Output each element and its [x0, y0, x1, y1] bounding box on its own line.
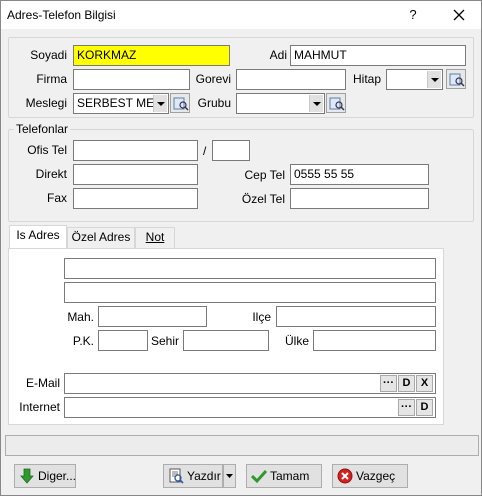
postal-code-label: P.K.: [72, 334, 94, 348]
title-label: Hitap: [352, 72, 381, 86]
cancel-button-label: Vazgeç: [356, 469, 396, 483]
city-field[interactable]: [183, 330, 269, 351]
print-button-label: Yazdır: [187, 469, 221, 483]
direct-phone-field[interactable]: [73, 164, 198, 185]
tab-note-label: Not: [145, 230, 165, 244]
county-field[interactable]: [276, 306, 436, 327]
office-phone-label: Ofis Tel: [27, 143, 67, 157]
profession-lookup-button[interactable]: [170, 93, 190, 113]
group-label: Grubu: [197, 96, 231, 110]
name-label: Adi: [269, 48, 287, 62]
county-label: Ilçe: [252, 310, 271, 324]
print-dropdown-button[interactable]: [223, 464, 236, 488]
search-list-icon: [173, 97, 189, 111]
arrow-down-icon: [20, 468, 34, 484]
surname-field[interactable]: KORKMAZ: [73, 45, 230, 66]
internet-open-button[interactable]: D: [416, 399, 433, 416]
email-send-button[interactable]: D: [398, 375, 415, 392]
company-label: Firma: [36, 72, 67, 86]
status-bar: [5, 435, 479, 456]
country-field[interactable]: [313, 330, 436, 351]
cancel-icon: [337, 468, 353, 484]
address-line2-field[interactable]: [64, 282, 436, 303]
fax-field[interactable]: [73, 188, 198, 209]
print-button[interactable]: Yazdır: [163, 464, 223, 488]
group-lookup-button[interactable]: [326, 93, 346, 113]
profession-combo[interactable]: SERBEST ME: [73, 93, 169, 114]
extension-field[interactable]: [212, 140, 250, 161]
extension-separator: /: [203, 144, 207, 158]
title-dropdown-icon[interactable]: [427, 71, 441, 88]
close-button[interactable]: [445, 5, 473, 25]
mobile-phone-field[interactable]: 0555 55 55: [290, 164, 429, 185]
title-combo[interactable]: [386, 69, 443, 90]
country-label: Ülke: [284, 334, 309, 348]
tab-private-address[interactable]: Özel Adres: [67, 227, 135, 248]
title-bar: Adres-Telefon Bilgisi ?: [1, 1, 481, 29]
profession-combo-value: SERBEST ME: [77, 96, 155, 110]
window-title: Adres-Telefon Bilgisi: [7, 8, 116, 22]
direct-phone-label: Direkt: [35, 167, 67, 181]
profession-label: Meslegi: [25, 96, 67, 110]
profession-dropdown-icon[interactable]: [153, 95, 167, 112]
address-line1-field[interactable]: [64, 258, 436, 279]
name-field[interactable]: MAHMUT: [290, 45, 466, 66]
dialog-window: Adres-Telefon Bilgisi ? Soyadi KORKMAZ A…: [0, 0, 482, 496]
district-field[interactable]: [98, 306, 207, 327]
other-button-label: Diger...: [38, 469, 77, 483]
private-phone-field[interactable]: [290, 188, 429, 209]
email-label: E-Mail: [25, 376, 60, 390]
fax-label: Fax: [46, 191, 67, 205]
title-lookup-button[interactable]: [446, 69, 466, 89]
ok-button[interactable]: Tamam: [246, 464, 322, 488]
ok-button-label: Tamam: [270, 469, 310, 483]
cancel-button[interactable]: Vazgeç: [332, 464, 408, 488]
close-icon: [453, 9, 465, 21]
city-label: Sehir: [150, 334, 179, 348]
tab-note[interactable]: Not: [135, 227, 175, 248]
other-button[interactable]: Diger...: [14, 464, 76, 488]
district-label: Mah.: [67, 310, 94, 324]
office-phone-field[interactable]: [73, 140, 198, 161]
tab-work-address-label: Is Adres: [16, 228, 60, 242]
position-label: Gorevi: [195, 72, 231, 86]
group-dropdown-icon[interactable]: [309, 95, 323, 112]
phones-section-title: Telefonlar: [14, 122, 71, 136]
search-list-icon: [449, 73, 465, 87]
mobile-phone-label: Cep Tel: [244, 168, 285, 182]
private-phone-label: Özel Tel: [241, 192, 285, 206]
internet-label: Internet: [19, 400, 60, 414]
company-field[interactable]: [73, 69, 190, 90]
position-field[interactable]: [236, 69, 346, 90]
tab-private-address-label: Özel Adres: [71, 230, 131, 244]
chevron-down-icon: [226, 474, 233, 478]
print-preview-icon: [169, 468, 184, 484]
email-browse-button[interactable]: ···: [380, 375, 397, 392]
checkmark-icon: [251, 469, 267, 484]
tab-work-address[interactable]: Is Adres: [9, 225, 67, 248]
postal-code-field[interactable]: [98, 330, 148, 351]
email-clear-button[interactable]: X: [416, 375, 433, 392]
group-combo[interactable]: [236, 93, 325, 114]
help-button[interactable]: ?: [399, 5, 427, 25]
search-list-icon: [329, 97, 345, 111]
surname-label: Soyadi: [30, 48, 67, 62]
internet-field[interactable]: [64, 397, 436, 418]
internet-browse-button[interactable]: ···: [398, 399, 415, 416]
